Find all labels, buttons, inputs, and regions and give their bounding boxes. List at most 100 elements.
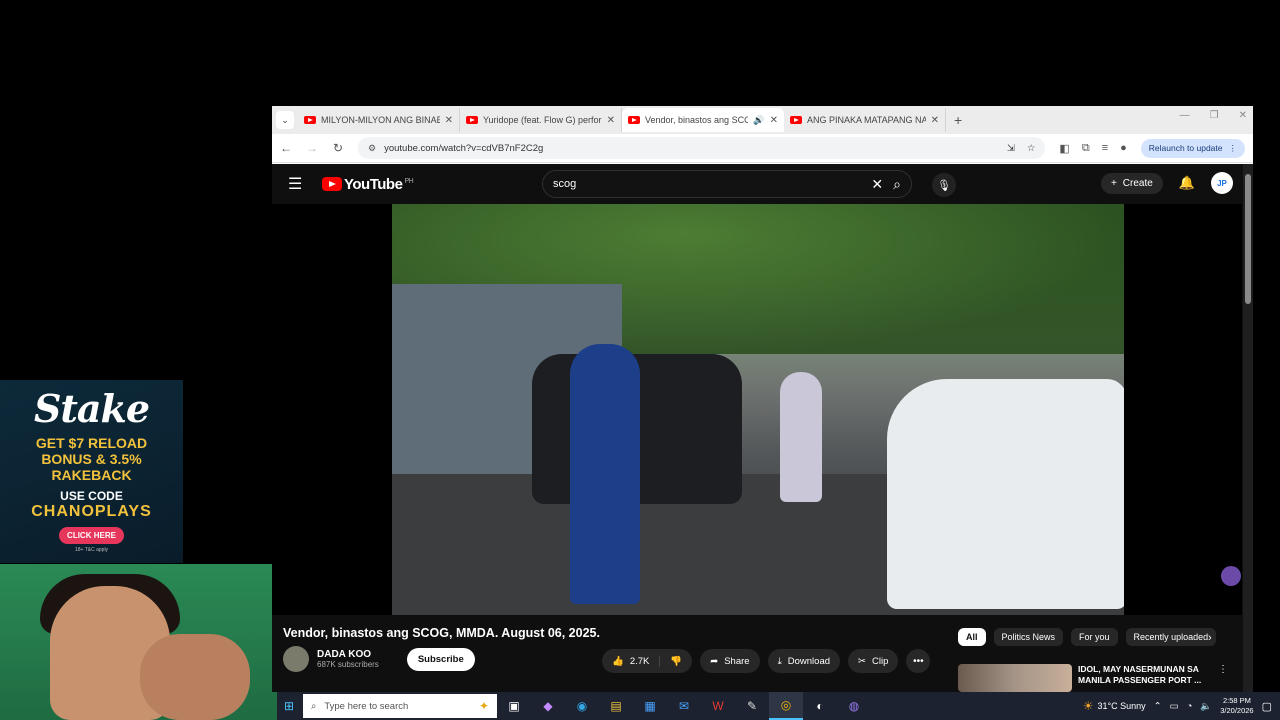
forward-icon[interactable]: → [306, 141, 318, 155]
extensions-area: ◧ ⧉ ≡ ● [1059, 142, 1126, 155]
window-controls: — ❐ ✕ [1180, 110, 1247, 121]
recommended-title[interactable]: IDOL, MAY NASERMUNAN SA MANILA PASSENGER… [1078, 664, 1212, 692]
windows-taskbar: ⊞ ⌕ Type here to search ✦ ▣ ◆ ◉ ▤ ▦ ✉ W … [277, 692, 1280, 720]
obs-icon[interactable]: ◐ [803, 692, 837, 720]
fine-print: 18+ T&C apply [74, 547, 109, 553]
youtube-favicon-icon [466, 116, 478, 124]
close-icon[interactable]: ✕ [607, 115, 615, 126]
channel-watermark-icon[interactable] [1221, 566, 1241, 586]
channel-avatar[interactable] [283, 646, 309, 672]
tab-1[interactable]: Yuridope (feat. Flow G) perform... ✕ [460, 108, 622, 132]
tab-title: Vendor, binastos ang SCOG... [645, 115, 749, 125]
channel-row: DADA KOO 687K subscribers Subscribe [283, 646, 475, 672]
tab-2-active[interactable]: Vendor, binastos ang SCOG... 🔊 ✕ [622, 108, 784, 132]
puzzle-icon[interactable]: ⧉ [1082, 142, 1090, 155]
close-icon[interactable]: ✕ [931, 115, 939, 126]
edge-icon[interactable]: ◉ [565, 692, 599, 720]
copilot-icon[interactable]: ◆ [531, 692, 565, 720]
create-button[interactable]: + Create [1100, 172, 1163, 194]
dislike-button[interactable]: 👎 [660, 656, 692, 667]
profile-icon[interactable]: ● [1120, 142, 1127, 154]
minimize-icon[interactable]: — [1180, 110, 1190, 121]
account-avatar[interactable]: JP [1211, 172, 1233, 194]
more-vert-icon[interactable]: ⋮ [1218, 664, 1228, 692]
search-input[interactable]: scog ✕ ⌕ [542, 170, 912, 198]
paint-icon[interactable]: ✎ [735, 692, 769, 720]
reading-list-icon[interactable]: ≡ [1102, 142, 1108, 154]
chip-politics-news[interactable]: Politics News [993, 628, 1064, 646]
youtube-favicon-icon [790, 116, 802, 124]
mail-icon[interactable]: ✉ [667, 692, 701, 720]
close-window-icon[interactable]: ✕ [1239, 110, 1247, 121]
notifications-icon[interactable]: ▢ [1262, 700, 1272, 713]
chevron-right-icon[interactable]: › [1208, 632, 1212, 644]
tab-search-button[interactable]: ⌄ [276, 111, 294, 129]
download-button[interactable]: ⤓ Download [767, 649, 841, 673]
search-icon[interactable]: ⌕ [893, 176, 901, 193]
youtube-favicon-icon [628, 116, 640, 124]
restore-icon[interactable]: ❐ [1210, 110, 1219, 121]
page-scrollbar[interactable] [1243, 164, 1253, 692]
clip-button[interactable]: ✂ Clip [848, 649, 899, 673]
microphone-icon[interactable]: 🎙 [932, 173, 956, 197]
more-horiz-icon: ••• [913, 655, 924, 667]
recommended-thumbnail[interactable] [958, 664, 1072, 692]
tab-3[interactable]: ANG PINAKA MATAPANG NA B... ✕ [784, 108, 946, 132]
taskbar-search-input[interactable]: ⌕ Type here to search ✦ [303, 694, 497, 718]
wifi-icon[interactable]: ◔ [1187, 701, 1193, 712]
speaker-icon[interactable]: 🔊 [753, 115, 764, 126]
wps-icon[interactable]: W [701, 692, 735, 720]
chip-recently-uploaded[interactable]: Recently uploaded [1125, 628, 1217, 646]
channel-name[interactable]: DADA KOO [317, 649, 379, 660]
close-icon[interactable]: ✕ [445, 115, 453, 126]
more-actions-button[interactable]: ••• [906, 649, 931, 673]
recommended-video[interactable]: IDOL, MAY NASERMUNAN SA MANILA PASSENGER… [958, 664, 1228, 692]
site-info-icon[interactable]: ⚙ [368, 143, 376, 154]
chip-all[interactable]: All [958, 628, 986, 646]
new-tab-button[interactable]: + [954, 112, 962, 128]
chrome-icon[interactable]: ◎ [769, 692, 803, 720]
click-here-button[interactable]: CLICK HERE [59, 527, 124, 544]
subscriber-count: 687K subscribers [317, 660, 379, 669]
youtube-logo[interactable]: YouTube PH [322, 176, 414, 193]
scissors-icon: ✂ [858, 655, 866, 667]
close-icon[interactable]: ✕ [770, 115, 778, 126]
browser-window: ⌄ MILYON-MILYON ANG BINABA... ✕ Yuridope… [272, 106, 1253, 692]
like-button[interactable]: 👍 2.7K [602, 655, 661, 667]
notifications-bell-icon[interactable]: 🔔 [1179, 175, 1195, 191]
thumbs-up-icon: 👍 [612, 655, 624, 667]
chevron-up-icon[interactable]: ⌃ [1154, 701, 1162, 712]
windows-start-icon[interactable]: ⊞ [277, 699, 301, 713]
network-icon[interactable]: ▭ [1170, 701, 1179, 712]
youtube-favicon-icon [304, 116, 316, 124]
bookmark-star-icon[interactable]: ☆ [1027, 143, 1036, 154]
promo-code: CHANOPLAYS [31, 503, 152, 520]
menu-icon[interactable]: ☰ [288, 174, 308, 194]
chevron-down-icon: ⌄ [281, 114, 289, 125]
scrollbar-thumb[interactable] [1245, 174, 1251, 304]
subscribe-button[interactable]: Subscribe [406, 647, 475, 671]
clock[interactable]: 2:58 PM 3/20/2026 [1220, 696, 1253, 716]
video-frame[interactable] [392, 204, 1124, 615]
install-app-icon[interactable]: ⇲ [1007, 143, 1015, 154]
extension-icon[interactable]: ◧ [1059, 142, 1069, 155]
reload-icon[interactable]: ↻ [332, 141, 344, 155]
download-icon: ⤓ [777, 655, 782, 667]
url-input[interactable]: ⚙ youtube.com/watch?v=cdVB7nF2C2g ⇲ ☆ [358, 137, 1046, 159]
store-icon[interactable]: ▦ [633, 692, 667, 720]
back-icon[interactable]: ← [280, 141, 292, 155]
tab-0[interactable]: MILYON-MILYON ANG BINABA... ✕ [298, 108, 460, 132]
tab-title: Yuridope (feat. Flow G) perform... [483, 115, 602, 125]
video-actions: 👍 2.7K 👎 ➦ Share ⤓ Download ✂ Clip ••• [602, 649, 931, 673]
volume-icon[interactable]: 🔈 [1200, 701, 1212, 712]
chip-for-you[interactable]: For you [1071, 628, 1118, 646]
search-icon: ⌕ [311, 700, 317, 712]
task-view-icon[interactable]: ▣ [497, 692, 531, 720]
share-button[interactable]: ➦ Share [700, 649, 760, 673]
messenger-icon[interactable]: ◍ [837, 692, 871, 720]
clear-search-icon[interactable]: ✕ [871, 176, 883, 193]
stake-ad-banner[interactable]: Stake GET $7 RELOAD BONUS & 3.5% RAKEBAC… [0, 380, 183, 563]
file-explorer-icon[interactable]: ▤ [599, 692, 633, 720]
weather-widget[interactable]: ☀ 31°C Sunny [1083, 699, 1146, 713]
relaunch-button[interactable]: Relaunch to update ⋮ [1140, 138, 1245, 158]
